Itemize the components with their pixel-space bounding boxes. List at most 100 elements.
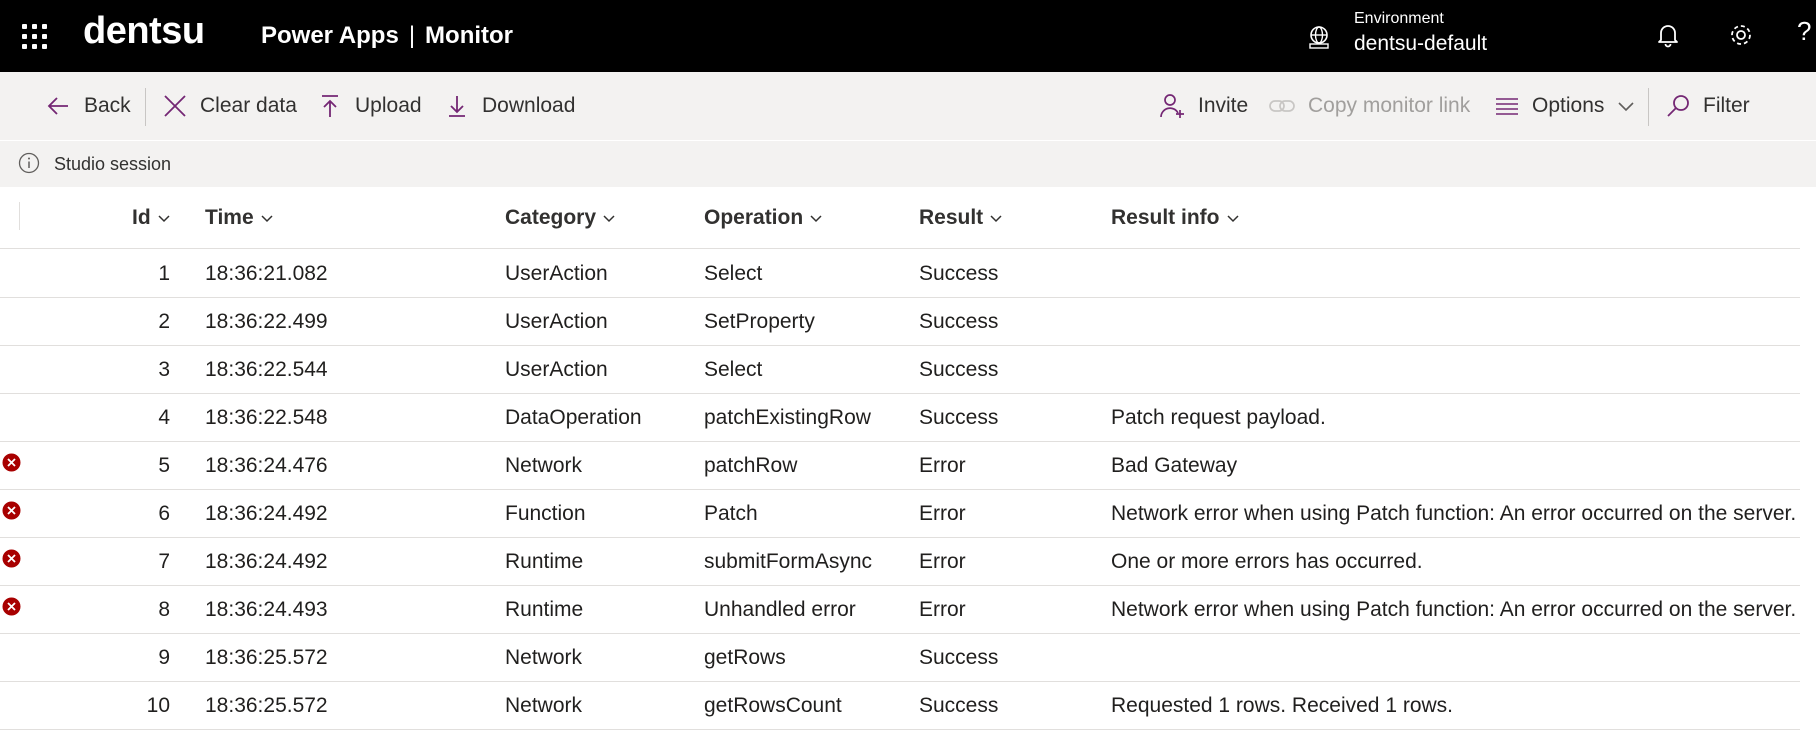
- cell-time: 18:36:24.493: [205, 598, 328, 621]
- cell-result-info: Bad Gateway: [1111, 454, 1238, 477]
- chevron-down-icon: [158, 215, 170, 223]
- clear-data-label: Clear data: [200, 94, 297, 117]
- upload-button[interactable]: Upload: [317, 72, 422, 140]
- table-row[interactable]: 9 18:36:25.572 Network getRows Success: [0, 633, 1800, 682]
- brand-logo: dentsu: [83, 10, 205, 52]
- invite-button[interactable]: Invite: [1158, 72, 1248, 140]
- table-row[interactable]: 8 18:36:24.493 Runtime Unhandled error Error…: [0, 585, 1800, 634]
- cell-operation: getRows: [704, 646, 786, 669]
- error-icon: [2, 597, 21, 616]
- cell-result-info: Network error when using Patch function:…: [1111, 502, 1797, 525]
- cell-result: Error: [919, 598, 966, 621]
- table-row[interactable]: 4 18:36:22.548 DataOperation patchExistingR…: [0, 393, 1800, 442]
- copy-monitor-link-button[interactable]: Copy monitor link: [1268, 72, 1470, 140]
- table-row[interactable]: 2 18:36:22.499 UserAction SetProperty Succes…: [0, 297, 1800, 346]
- column-header-time-label: Time: [205, 206, 254, 229]
- cell-id: 3: [158, 358, 170, 381]
- app-launcher-icon[interactable]: [22, 24, 48, 50]
- filter-button[interactable]: Filter: [1665, 72, 1750, 140]
- cell-result: Success: [919, 262, 999, 285]
- app-title: Power Apps | Monitor: [261, 22, 513, 50]
- chevron-down-icon: [261, 215, 273, 223]
- column-header-operation[interactable]: Operation: [704, 206, 823, 230]
- app-name: Power Apps: [261, 22, 399, 49]
- cell-id: 10: [146, 694, 170, 717]
- cell-id: 9: [158, 646, 170, 669]
- top-bar: dentsu Power Apps | Monitor Environment de…: [0, 0, 1816, 72]
- cell-category: Network: [505, 694, 583, 717]
- column-header-id[interactable]: Id: [132, 206, 171, 230]
- cell-category: Function: [505, 502, 586, 525]
- options-label: Options: [1532, 94, 1605, 117]
- list-options-icon: [1496, 98, 1518, 115]
- search-icon: [1667, 95, 1689, 117]
- cell-time: 18:36:21.082: [205, 262, 328, 285]
- cell-result-info: One or more errors has occurred.: [1111, 550, 1423, 573]
- table-row[interactable]: 5 18:36:24.476 Network patchRow Error Bad Gat…: [0, 441, 1800, 490]
- link-icon: [1269, 100, 1295, 112]
- table-row[interactable]: 10 18:36:25.572 Network getRowsCount Success…: [0, 681, 1800, 730]
- cell-operation: Patch: [704, 502, 758, 525]
- cell-id: 7: [158, 550, 170, 573]
- cell-result: Success: [919, 406, 999, 429]
- table-row[interactable]: 6 18:36:24.492 Function Patch Error Network e…: [0, 489, 1800, 538]
- invite-label: Invite: [1198, 94, 1249, 117]
- cell-operation: patchRow: [704, 454, 798, 477]
- column-header-id-label: Id: [132, 206, 151, 229]
- help-icon[interactable]: ?: [1797, 16, 1811, 47]
- cell-category: DataOperation: [505, 406, 642, 429]
- chevron-down-icon: [810, 215, 822, 223]
- table-header: Id Time Category Operation Result Result…: [0, 186, 1800, 249]
- cell-operation: getRowsCount: [704, 694, 842, 717]
- arrow-left-icon: [47, 97, 68, 115]
- filter-label: Filter: [1703, 94, 1750, 117]
- table-row[interactable]: 3 18:36:22.544 UserAction Select Success: [0, 345, 1800, 394]
- cell-id: 6: [158, 502, 170, 525]
- cell-time: 18:36:24.492: [205, 502, 328, 525]
- column-header-category-label: Category: [505, 206, 597, 229]
- column-header-time[interactable]: Time: [205, 206, 274, 230]
- cell-result: Error: [919, 454, 966, 477]
- chevron-down-icon: [990, 215, 1002, 223]
- cell-id: 2: [158, 310, 170, 333]
- cell-operation: Select: [704, 262, 763, 285]
- column-header-result-info-label: Result info: [1111, 206, 1220, 229]
- cell-time: 18:36:22.548: [205, 406, 328, 429]
- cell-result: Error: [919, 502, 966, 525]
- cell-time: 18:36:25.572: [205, 694, 328, 717]
- cell-id: 5: [158, 454, 170, 477]
- table-row[interactable]: 7 18:36:24.492 Runtime submitFormAsync Error…: [0, 537, 1800, 586]
- column-header-result[interactable]: Result: [919, 206, 1003, 230]
- info-icon: [18, 152, 40, 174]
- column-header-category[interactable]: Category: [505, 206, 616, 230]
- cell-id: 4: [158, 406, 170, 429]
- settings-gear-icon[interactable]: [1726, 20, 1756, 50]
- environment-globe-icon: [1309, 26, 1329, 49]
- cell-operation: Unhandled error: [704, 598, 856, 621]
- chevron-down-icon: [1618, 102, 1634, 112]
- clear-data-button[interactable]: Clear data: [162, 72, 297, 140]
- column-header-result-info[interactable]: Result info: [1111, 206, 1240, 230]
- download-button[interactable]: Download: [444, 72, 575, 140]
- cell-operation: patchExistingRow: [704, 406, 871, 429]
- back-button[interactable]: Back: [46, 72, 131, 140]
- table-row[interactable]: 1 18:36:21.082 UserAction Select Success: [0, 249, 1800, 298]
- cell-result-info: Requested 1 rows. Received 1 rows.: [1111, 694, 1453, 717]
- options-dropdown[interactable]: Options: [1494, 72, 1636, 140]
- cell-category: UserAction: [505, 310, 608, 333]
- session-banner: Studio session: [0, 140, 1816, 187]
- session-text: Studio session: [54, 154, 172, 174]
- error-icon: [2, 501, 21, 520]
- notification-bell-icon[interactable]: [1653, 20, 1683, 50]
- command-divider: [1648, 88, 1649, 126]
- environment-selector[interactable]: dentsu-default: [1354, 32, 1487, 56]
- chevron-down-icon: [1226, 215, 1239, 223]
- cell-operation: Select: [704, 358, 763, 381]
- cell-result-info: Patch request payload.: [1111, 406, 1326, 429]
- cell-time: 18:36:22.499: [205, 310, 328, 333]
- cell-result: Success: [919, 310, 999, 333]
- cell-category: UserAction: [505, 262, 608, 285]
- upload-icon: [322, 95, 338, 117]
- command-bar: Back Clear data Upload Download Invite C: [0, 72, 1816, 140]
- cell-time: 18:36:25.572: [205, 646, 328, 669]
